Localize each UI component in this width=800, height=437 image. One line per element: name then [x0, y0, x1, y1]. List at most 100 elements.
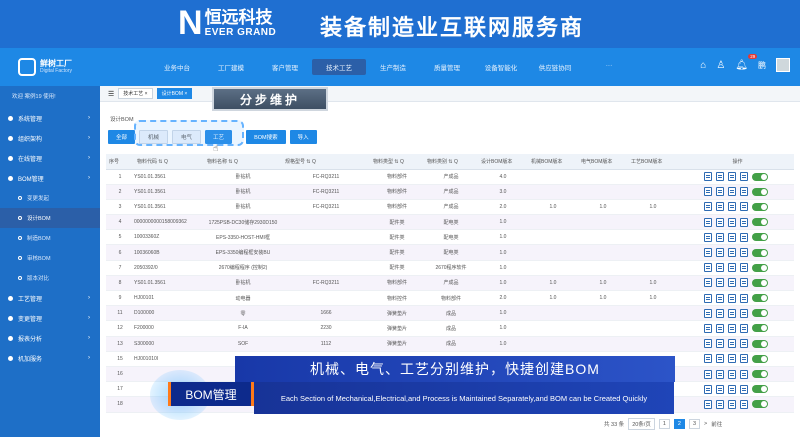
menu-item-4[interactable]: 生产制造 [366, 59, 420, 75]
view-icon[interactable] [704, 323, 712, 333]
user-settings-icon[interactable]: ♙ [716, 60, 725, 71]
edit-icon[interactable] [716, 399, 724, 409]
copy-icon[interactable] [740, 172, 748, 182]
column-header[interactable]: 工艺BOM版本 [628, 154, 678, 170]
search-icon[interactable] [728, 369, 736, 379]
edit-icon[interactable] [716, 202, 724, 212]
column-header[interactable]: 设计BOM版本 [478, 154, 528, 170]
status-toggle[interactable] [752, 263, 768, 272]
search-icon[interactable] [728, 263, 736, 273]
edit-icon[interactable] [716, 369, 724, 379]
page-3[interactable]: 3 [688, 419, 701, 429]
menu-item-1[interactable]: 工厂建模 [204, 59, 258, 75]
edit-icon[interactable] [716, 339, 724, 349]
view-icon[interactable] [704, 263, 712, 273]
table-row[interactable]: 3 YS01.01.3561 卧钻机 FC-RQ3211 物料部件 产成品 2.0 1.0 1.… [106, 199, 794, 216]
column-header[interactable]: 序号 [106, 154, 134, 170]
copy-icon[interactable] [740, 202, 748, 212]
edit-icon[interactable] [716, 187, 724, 197]
copy-icon[interactable] [740, 339, 748, 349]
search-icon[interactable] [728, 232, 736, 242]
status-toggle[interactable] [752, 187, 768, 196]
sidebar-item-2[interactable]: 在线管理 › [0, 148, 100, 168]
table-row[interactable]: 13 S300000 SOF 1112 弹簧垫片 成品 1.0 [106, 336, 794, 352]
breadcrumb-tab-design-bom[interactable]: 设计BOM × [156, 88, 193, 99]
filter-tab-0[interactable]: 全部 [108, 130, 136, 144]
filter-tab-5[interactable]: 导入 [289, 130, 317, 144]
sidebar-subitem-5[interactable]: 设计BOM [0, 208, 100, 228]
view-icon[interactable] [704, 339, 712, 349]
copy-icon[interactable] [740, 308, 748, 318]
status-toggle[interactable] [752, 370, 768, 379]
search-icon[interactable] [728, 187, 736, 197]
edit-icon[interactable] [716, 278, 724, 288]
view-icon[interactable] [704, 217, 712, 227]
edit-icon[interactable] [716, 308, 724, 318]
copy-icon[interactable] [740, 384, 748, 394]
view-icon[interactable] [704, 308, 712, 318]
table-row[interactable]: 4 0000000000158009362 1725PSB-DC30储存2930D1… [106, 214, 794, 231]
search-icon[interactable] [728, 278, 736, 288]
copy-icon[interactable] [740, 217, 748, 227]
status-toggle[interactable] [752, 309, 768, 318]
copy-icon[interactable] [740, 232, 748, 242]
column-header[interactable]: 操作 [678, 154, 794, 170]
status-toggle[interactable] [752, 354, 768, 363]
search-icon[interactable] [728, 354, 736, 364]
table-row[interactable]: 5 10003360Z EPS-3350-HOST-HMI框 配件类 配电类 1.0 [106, 229, 794, 246]
status-toggle[interactable] [752, 385, 768, 394]
status-toggle[interactable] [752, 233, 768, 242]
search-icon[interactable] [728, 339, 736, 349]
search-icon[interactable] [728, 217, 736, 227]
edit-icon[interactable] [716, 248, 724, 258]
column-header[interactable]: 物料名称 ⇅ Q [204, 154, 282, 170]
edit-icon[interactable] [716, 217, 724, 227]
avatar[interactable] [776, 58, 790, 72]
page-2[interactable]: 2 [673, 419, 685, 429]
table-row[interactable]: 9 HJ00101 动电器 物料控件 物料部件 2.0 1.0 1.0 1.0 [106, 290, 794, 307]
copy-icon[interactable] [740, 323, 748, 333]
column-header[interactable]: 电气BOM版本 [578, 154, 628, 170]
search-icon[interactable] [728, 323, 736, 333]
menu-item-5[interactable]: 质量管理 [420, 59, 474, 75]
view-icon[interactable] [704, 248, 712, 258]
table-row[interactable]: 1 YS01.01.3561 卧钻机 FC-RQ3211 物料部件 产成品 4.0 [106, 169, 794, 185]
search-icon[interactable] [728, 293, 736, 303]
table-row[interactable]: 12 F200000 F-IA 2230 弹簧垫片 成品 1.0 [106, 320, 794, 337]
view-icon[interactable] [704, 232, 712, 242]
sidebar-subitem-7[interactable]: 审核BOM [0, 248, 100, 268]
column-header[interactable]: 物料类型 ⇅ Q [370, 154, 424, 170]
sidebar-subitem-6[interactable]: 制造BOM [0, 228, 100, 248]
table-row[interactable]: 7 2050392/0 2670编程程序 (控制2) 配件类 2670程序软件 1.0 [106, 260, 794, 276]
copy-icon[interactable] [740, 263, 748, 273]
bell-icon[interactable]: 🔔︎ 29 [735, 53, 758, 71]
search-icon[interactable] [728, 384, 736, 394]
sidebar-item-12[interactable]: 机加服务 › [0, 348, 100, 368]
status-toggle[interactable] [752, 278, 768, 287]
table-row[interactable]: 8 YS01.01.3561 卧钻机 FC-RQ3211 物料部件 产成品 1.0 1.0 1.… [106, 275, 794, 292]
copy-icon[interactable] [740, 293, 748, 303]
filter-tab-4[interactable]: BOM搜索 [246, 130, 286, 144]
view-icon[interactable] [704, 202, 712, 212]
status-toggle[interactable] [752, 172, 768, 181]
sidebar-item-10[interactable]: 变更管理 › [0, 308, 100, 328]
menu-item-3[interactable]: 技术工艺 [312, 59, 366, 75]
search-icon[interactable] [728, 308, 736, 318]
status-toggle[interactable] [752, 294, 768, 303]
breadcrumb-tab-tech[interactable]: 技术工艺 × [118, 88, 153, 99]
column-header[interactable]: 机械BOM版本 [528, 154, 578, 170]
edit-icon[interactable] [716, 293, 724, 303]
search-icon[interactable] [728, 172, 736, 182]
menu-item-8[interactable]: ··· [582, 59, 636, 75]
sidebar-item-9[interactable]: 工艺管理 › [0, 288, 100, 308]
menu-item-0[interactable]: 业务中台 [150, 59, 204, 75]
edit-icon[interactable] [716, 232, 724, 242]
next-page-button[interactable]: > [704, 421, 707, 427]
edit-icon[interactable] [716, 323, 724, 333]
sidebar-subitem-8[interactable]: 版本对比 [0, 268, 100, 288]
menu-item-7[interactable]: 供应链协同 [528, 59, 582, 75]
menu-item-2[interactable]: 客户管理 [258, 59, 312, 75]
menu-item-6[interactable]: 设备智能化 [474, 59, 528, 75]
edit-icon[interactable] [716, 172, 724, 182]
copy-icon[interactable] [740, 354, 748, 364]
